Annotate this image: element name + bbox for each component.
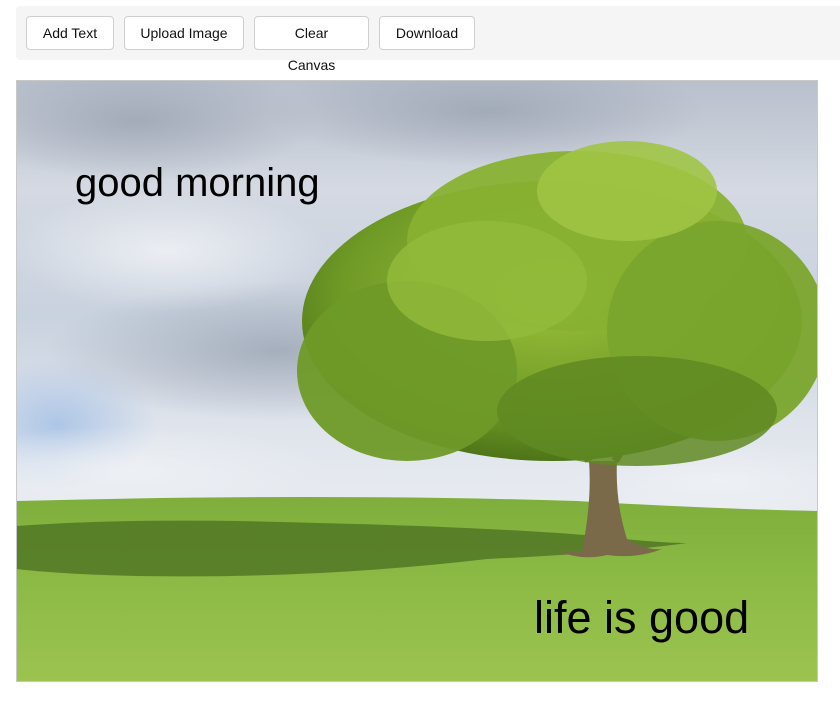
add-text-button[interactable]: Add Text	[26, 16, 114, 50]
download-button[interactable]: Download	[379, 16, 475, 50]
toolbar: Add Text Upload Image Clear Canvas Downl…	[16, 6, 840, 73]
drawing-canvas[interactable]: good morning life is good	[16, 80, 818, 682]
canvas-text-good-morning[interactable]: good morning	[75, 161, 320, 206]
upload-image-button[interactable]: Upload Image	[124, 16, 244, 50]
clear-canvas-button[interactable]: Clear Canvas	[254, 16, 369, 73]
canvas-text-life-is-good[interactable]: life is good	[534, 592, 749, 644]
